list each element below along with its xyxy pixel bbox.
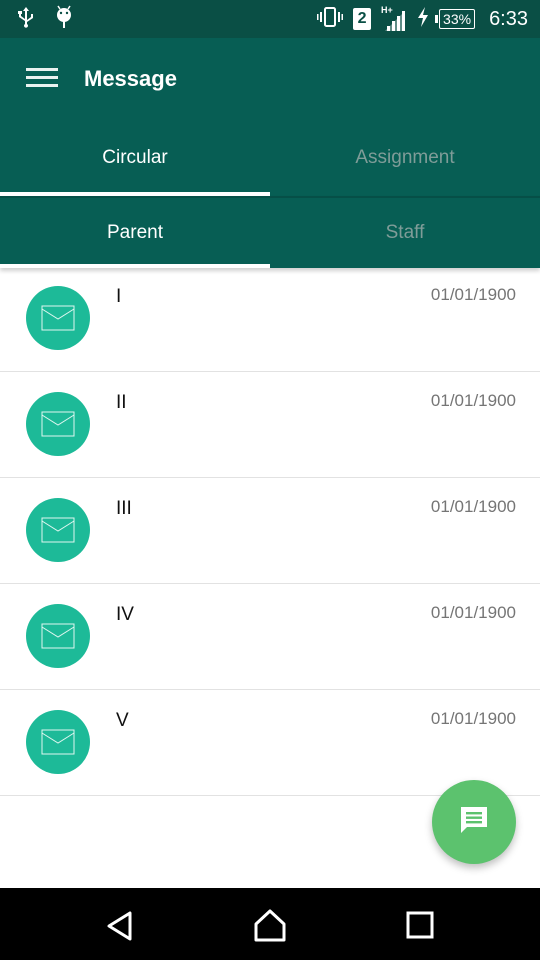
tab-parent[interactable]: Parent — [0, 198, 270, 268]
tab-staff[interactable]: Staff — [270, 198, 540, 268]
sub-tabs: Parent Staff — [0, 196, 540, 268]
envelope-icon — [26, 498, 90, 562]
message-date: 01/01/1900 — [430, 603, 516, 622]
system-nav-bar — [0, 888, 540, 960]
list-item[interactable]: V 01/01/1900 — [0, 690, 540, 796]
page-title: Message — [84, 66, 177, 91]
list-item[interactable]: I 01/01/1900 — [0, 266, 540, 372]
message-date: 01/01/1900 — [430, 285, 516, 304]
tab-circular[interactable]: Circular — [0, 120, 270, 196]
recents-icon[interactable] — [402, 908, 438, 944]
battery-icon: 33% — [435, 9, 476, 29]
message-title: I — [116, 286, 122, 307]
envelope-icon — [26, 710, 90, 774]
app-toolbar: Message — [0, 38, 540, 120]
android-debug-icon — [54, 5, 74, 34]
envelope-icon — [26, 286, 90, 350]
envelope-icon — [26, 604, 90, 668]
chat-message-icon — [458, 804, 490, 841]
tab-assignment[interactable]: Assignment — [270, 120, 540, 196]
signal-icon: H+ — [381, 5, 407, 31]
usb-icon — [16, 6, 36, 33]
back-icon[interactable] — [103, 908, 139, 944]
hamburger-menu-icon[interactable] — [26, 68, 58, 90]
main-tabs: Circular Assignment — [0, 120, 540, 196]
message-date: 01/01/1900 — [430, 497, 516, 516]
message-date: 01/01/1900 — [430, 709, 516, 728]
list-item[interactable]: III 01/01/1900 — [0, 478, 540, 584]
list-item[interactable]: IV 01/01/1900 — [0, 584, 540, 690]
message-title: II — [116, 392, 127, 413]
vibrate-icon — [317, 6, 344, 33]
status-bar: 2 H+ 33% 6:33 — [0, 0, 540, 38]
message-date: 01/01/1900 — [430, 391, 516, 410]
charging-icon — [417, 6, 429, 32]
compose-message-button[interactable] — [432, 780, 516, 864]
sim2-icon: 2 — [353, 8, 372, 30]
home-icon[interactable] — [252, 908, 288, 944]
envelope-icon — [26, 392, 90, 456]
message-title: V — [116, 710, 129, 731]
message-title: IV — [116, 604, 134, 625]
status-time: 6:33 — [489, 7, 528, 30]
list-item[interactable]: II 01/01/1900 — [0, 372, 540, 478]
message-list: I 01/01/1900 II 01/01/1900 III 01/01/190… — [0, 266, 540, 796]
message-title: III — [116, 498, 132, 519]
